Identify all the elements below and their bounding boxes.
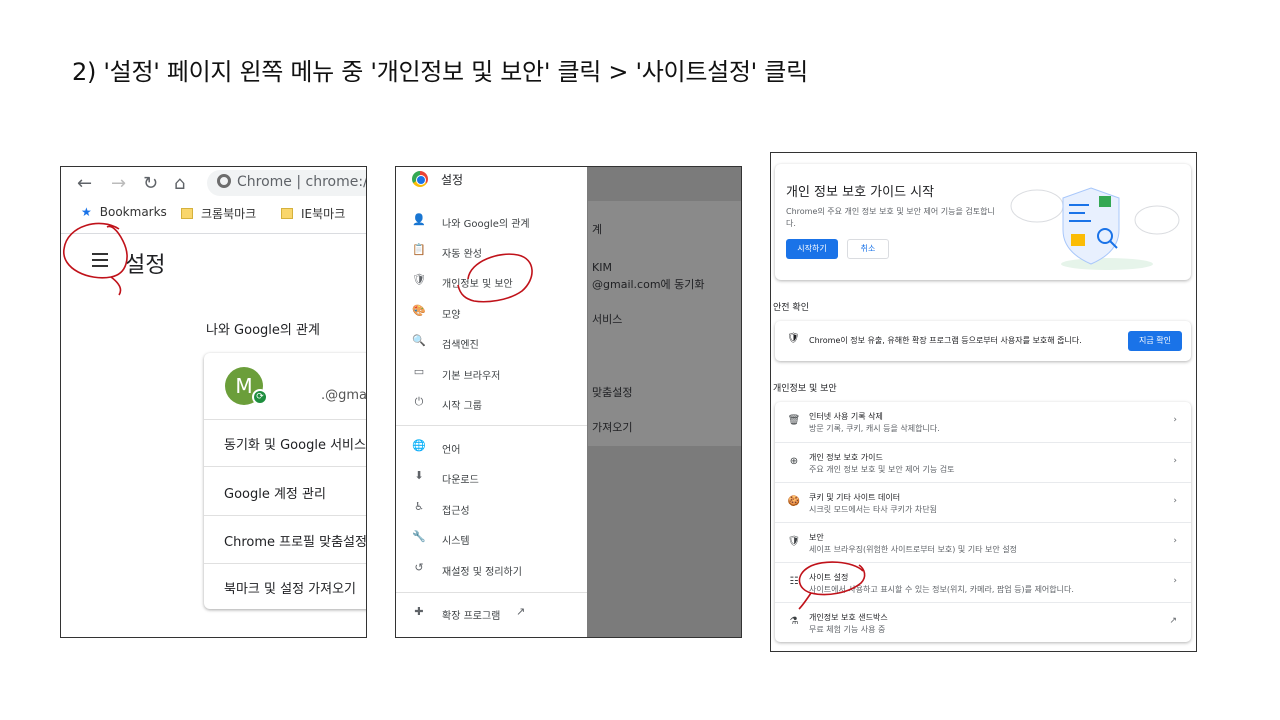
folder-icon: [281, 208, 293, 219]
check-now-button[interactable]: 지금 확인: [1128, 331, 1182, 351]
security-shield-icon: 🛡: [787, 536, 801, 547]
privacy-guide-row[interactable]: ⊕ 개인 정보 보호 가이드 주요 개인 정보 보호 및 보안 제어 기능 검토…: [775, 442, 1191, 482]
start-guide-button[interactable]: 시작하기: [786, 239, 838, 259]
folder-icon: [181, 208, 193, 219]
menu-item-system[interactable]: 🔧 시스템: [396, 530, 587, 550]
address-text: Chrome | chrome://: [237, 174, 367, 190]
back-icon[interactable]: ←: [77, 173, 92, 194]
slide-title: 2) '설정' 페이지 왼쪽 메뉴 중 '개인정보 및 보안' 클릭 > '사이…: [72, 58, 808, 86]
bookmark-folder-chrome[interactable]: 크롬북마크: [181, 205, 256, 222]
page-title: 설정: [125, 253, 166, 278]
settings-screenshot-3: 개인 정보 보호 가이드 시작 Chrome의 주요 개인 정보 보호 및 보안…: [770, 152, 1197, 652]
menu-divider: [396, 425, 587, 426]
bg-text: KIM: [592, 261, 612, 274]
cancel-guide-button[interactable]: 취소: [847, 239, 889, 259]
menu-divider: [396, 592, 587, 593]
chrome-logo-icon: [412, 171, 428, 187]
palette-icon: 🎨: [412, 304, 426, 317]
menu-item-accessibility[interactable]: ♿ 접근성: [396, 500, 587, 520]
guide-description: Chrome의 주요 개인 정보 보호 및 보안 제어 기능을 검토합니다.: [786, 207, 995, 228]
external-link-icon: ↗: [1169, 616, 1177, 626]
menu-item-extensions[interactable]: ✚ 확장 프로그램 ↗: [396, 605, 587, 625]
bg-text: 서비스: [592, 313, 623, 326]
privacy-guide-card: 개인 정보 보호 가이드 시작 Chrome의 주요 개인 정보 보호 및 보안…: [775, 164, 1191, 280]
shield-icon: 🛡: [787, 333, 800, 344]
bookmark-bookmarks[interactable]: ★ Bookmarks: [81, 205, 167, 219]
bookmark-folder-ie[interactable]: IE북마크: [281, 205, 345, 222]
home-icon[interactable]: ⌂: [174, 173, 185, 194]
menu-item-appearance[interactable]: 🎨 모양: [396, 304, 587, 324]
customize-profile-row[interactable]: Chrome 프로필 맞춤설정: [204, 515, 366, 563]
cookies-row[interactable]: 🍪 쿠키 및 기타 사이트 데이터 시크릿 모드에서는 타사 쿠키가 차단됨 ›: [775, 482, 1191, 522]
guide-title: 개인 정보 보호 가이드 시작: [786, 185, 935, 200]
menu-item-privacy-security[interactable]: 🛡 개인정보 및 보안: [396, 273, 587, 293]
menu-item-search-engine[interactable]: 🔍 검색엔진: [396, 334, 587, 354]
settings-screenshot-1: ← → ↻ ⌂ Chrome | chrome:// ★ Bookmarks 크롬…: [60, 166, 367, 638]
import-bookmarks-row[interactable]: 북마크 및 설정 가져오기: [204, 563, 366, 609]
menu-item-autofill[interactable]: 📋 자동 완성: [396, 243, 587, 263]
external-link-icon: ↗: [516, 605, 526, 618]
safety-check-card: 🛡 Chrome이 정보 유출, 유해한 확장 프로그램 등으로부터 사용자를 …: [775, 321, 1191, 361]
sliders-icon: ☷: [789, 576, 799, 587]
chevron-right-icon: ›: [1173, 415, 1177, 425]
site-settings-row[interactable]: ☷ 사이트 설정 사이트에서 사용하고 표시할 수 있는 정보(위치, 카메라,…: [775, 562, 1191, 602]
safety-check-text: Chrome이 정보 유출, 유해한 확장 프로그램 등으로부터 사용자를 보호…: [809, 336, 1082, 345]
manage-account-row[interactable]: Google 계정 관리: [204, 466, 366, 515]
browser-icon: ▭: [413, 365, 425, 378]
menu-item-default-browser[interactable]: ▭ 기본 브라우저: [396, 365, 587, 385]
puzzle-icon: ✚: [414, 605, 424, 618]
download-icon: ⬇: [414, 469, 424, 482]
security-row[interactable]: 🛡 보안 세이프 브라우징(위험한 사이트로부터 보호) 및 기타 보안 설정 …: [775, 522, 1191, 562]
wrench-icon: 🔧: [412, 530, 426, 543]
globe-icon: 🌐: [412, 439, 426, 452]
menu-item-reset[interactable]: ↺ 재설정 및 정리하기: [396, 561, 587, 581]
settings-screenshot-2: 계 KIM @gmail.com에 동기화 서비스 맞춤설정 가져오기 설정 👤…: [395, 166, 742, 638]
bg-text: 가져오기: [592, 421, 633, 434]
chevron-right-icon: ›: [1173, 536, 1177, 546]
power-icon: ⏻: [414, 395, 424, 408]
clear-browsing-data-row[interactable]: 🗑 인터넷 사용 기록 삭제 방문 기록, 쿠키, 캐시 등을 삭제합니다. ›: [775, 402, 1191, 442]
person-icon: 👤: [412, 213, 426, 226]
hamburger-menu-icon[interactable]: [92, 253, 108, 271]
menu-item-you-and-google[interactable]: 👤 나와 Google의 관계: [396, 213, 587, 233]
menu-item-languages[interactable]: 🌐 언어: [396, 439, 587, 459]
trash-icon: 🗑: [787, 415, 801, 426]
privacy-sandbox-row[interactable]: ⚗ 개인정보 보호 샌드박스 무료 체험 기능 사용 중 ↗: [775, 602, 1191, 642]
bg-text: @gmail.com에 동기화: [592, 278, 705, 291]
bg-text: 맞춤설정: [592, 386, 633, 399]
history-icon: ↺: [414, 561, 424, 574]
chrome-icon: [217, 174, 231, 188]
profile-card: M ⟳ .@gmail 동기화 및 Google 서비스 Google 계정 관…: [204, 353, 367, 609]
privacy-guide-illustration: [1010, 187, 1180, 270]
profile-email: .@gmail: [321, 388, 367, 403]
sync-icon: ⟳: [252, 389, 268, 405]
shield-icon: 🛡: [412, 273, 426, 286]
compass-icon: ⊕: [789, 456, 799, 467]
section-title: 나와 Google의 관계: [206, 323, 320, 338]
star-icon: ★: [81, 205, 92, 219]
sync-services-row[interactable]: 동기화 및 Google 서비스: [204, 419, 366, 466]
chevron-right-icon: ›: [1173, 456, 1177, 466]
accessibility-icon: ♿: [414, 500, 424, 513]
chevron-right-icon: ›: [1173, 496, 1177, 506]
privacy-security-header: 개인정보 및 보안: [773, 384, 837, 394]
search-icon: 🔍: [412, 334, 426, 347]
toolbar-divider: [61, 233, 366, 234]
menu-item-downloads[interactable]: ⬇ 다운로드: [396, 469, 587, 489]
chevron-right-icon: ›: [1173, 576, 1177, 586]
safety-check-header: 안전 확인: [773, 303, 809, 313]
forward-icon[interactable]: →: [111, 173, 126, 194]
bg-text: 계: [592, 223, 603, 236]
clipboard-icon: 📋: [412, 243, 426, 256]
flask-icon: ⚗: [789, 616, 799, 627]
cookie-icon: 🍪: [787, 496, 801, 507]
drawer-title: 설정: [441, 173, 464, 187]
settings-drawer: 설정 👤 나와 Google의 관계 📋 자동 완성 🛡 개인정보 및 보안 🎨 모양 …: [396, 167, 587, 637]
menu-item-on-startup[interactable]: ⏻ 시작 그룹: [396, 395, 587, 415]
reload-icon[interactable]: ↻: [143, 173, 158, 194]
privacy-settings-list: 🗑 인터넷 사용 기록 삭제 방문 기록, 쿠키, 캐시 등을 삭제합니다. ›…: [775, 402, 1191, 642]
address-bar[interactable]: Chrome | chrome://: [207, 170, 367, 196]
